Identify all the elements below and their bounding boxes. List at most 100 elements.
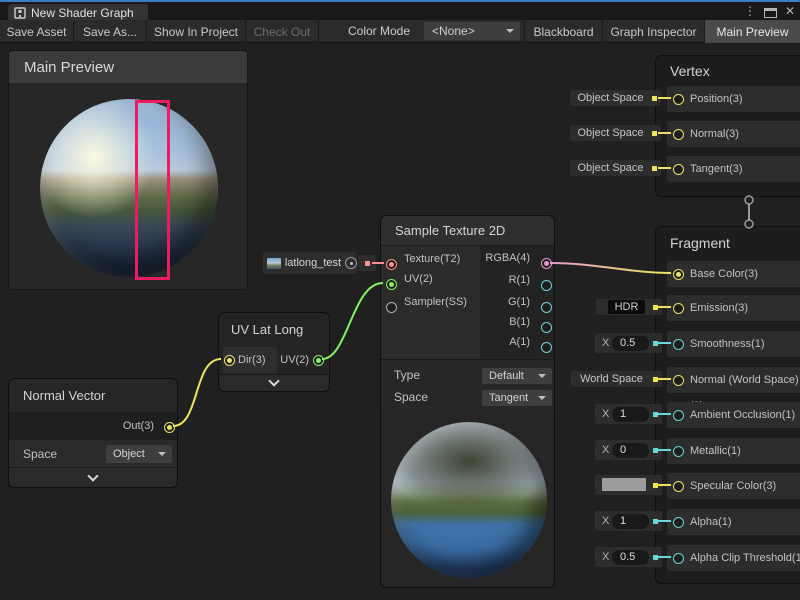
g-output-port[interactable] [541, 302, 552, 313]
port-label: Smoothness(1) [690, 331, 765, 357]
vertex-row-normal: Normal(3) [667, 121, 800, 147]
specular-input-port[interactable] [673, 481, 684, 492]
close-icon[interactable]: ✕ [782, 2, 798, 20]
vertex-node[interactable]: Vertex Position(3) Normal(3) Tangent(3) [655, 55, 800, 197]
normalws-input-port[interactable] [673, 375, 684, 386]
basecolor-input-port[interactable] [673, 269, 684, 280]
sample-texture-2d-node[interactable]: Sample Texture 2D Texture(T2) UV(2) Samp… [380, 215, 555, 588]
save-as-button[interactable]: Save As... [74, 20, 147, 43]
graph-inspector-button[interactable]: Graph Inspector [602, 20, 704, 43]
type-dropdown[interactable]: Default [482, 368, 552, 384]
selection-rectangle[interactable] [135, 100, 170, 280]
collapse-preview-button[interactable] [9, 467, 177, 487]
fragment-row-normalws: Normal (World Space)(3) [667, 367, 800, 393]
a-output-port[interactable] [541, 342, 552, 353]
shader-graph-icon [14, 7, 26, 19]
space-dropdown[interactable]: Tangent [482, 390, 552, 406]
alphaclip-value-field[interactable]: X 0.5 [595, 547, 662, 567]
port-label: Base Color(3) [690, 261, 758, 287]
uv-output-port[interactable] [313, 355, 324, 366]
tangent-input-port[interactable] [673, 164, 684, 175]
float-input[interactable]: 0 [612, 443, 649, 458]
normal-space-dropdown[interactable]: Object Space [570, 125, 661, 141]
metallic-input-port[interactable] [673, 446, 684, 457]
normal-input-port[interactable] [673, 129, 684, 140]
object-picker-icon[interactable] [345, 257, 357, 269]
dropdown-arrow-icon [538, 374, 546, 378]
fragment-node-title: Fragment [656, 227, 800, 259]
sampler-input-port[interactable] [386, 302, 397, 313]
collapse-preview-button[interactable] [219, 374, 329, 391]
rgba-output-port[interactable] [541, 258, 552, 269]
blackboard-button[interactable]: Blackboard [524, 20, 602, 43]
wire-rgba-to-basecolor[interactable] [550, 263, 671, 273]
vec1-indicator-icon [653, 412, 658, 417]
space-dropdown[interactable]: Object [106, 445, 172, 463]
space-row: Space Object [9, 440, 177, 468]
ao-input-port[interactable] [673, 410, 684, 421]
main-preview-button[interactable]: Main Preview [704, 20, 800, 43]
smoothness-value-field[interactable]: X 0.5 [595, 333, 662, 353]
metallic-value-field[interactable]: X 0 [595, 440, 662, 460]
position-space-dropdown[interactable]: Object Space [570, 90, 661, 106]
maximize-icon[interactable] [764, 8, 777, 18]
normalws-space-dropdown[interactable]: World Space [571, 371, 662, 387]
fragment-node[interactable]: Fragment Base Color(3) Emission(3) Smoot… [655, 226, 800, 584]
wire-uvout-to-uvin[interactable] [322, 283, 383, 359]
sample-texture-2d-title: Sample Texture 2D [381, 216, 554, 246]
sample-texture-preview-sphere [391, 422, 547, 578]
emission-input-port[interactable] [673, 303, 684, 314]
fragment-row-metallic: Metallic(1) [667, 438, 800, 464]
port-label: Metallic(1) [690, 438, 741, 464]
emission-hdr-field[interactable]: HDR [596, 299, 662, 315]
float-input[interactable]: 0.5 [612, 550, 649, 565]
color-mode-label: Color Mode [348, 20, 410, 43]
position-input-port[interactable] [673, 94, 684, 105]
normal-vector-node[interactable]: Normal Vector Out(3) Space Object [8, 378, 178, 488]
show-in-project-button[interactable]: Show In Project [147, 20, 246, 43]
main-preview-header[interactable]: Main Preview [9, 51, 247, 83]
b-output-port[interactable] [541, 322, 552, 333]
float-input[interactable]: 0.5 [612, 336, 649, 351]
main-preview-panel[interactable]: Main Preview [8, 50, 248, 290]
hdr-badge[interactable]: HDR [608, 300, 645, 314]
uv-lat-long-title: UV Lat Long [219, 313, 329, 345]
uv-lat-long-node[interactable]: UV Lat Long Dir(3) UV(2) [218, 312, 330, 392]
texture-input-port[interactable] [386, 259, 397, 270]
r-output-port[interactable] [541, 280, 552, 291]
float-input[interactable]: 1 [612, 514, 649, 529]
alpha-value-field[interactable]: X 1 [595, 511, 662, 531]
vec3-indicator-icon [653, 377, 658, 382]
space-value: Tangent [489, 392, 528, 404]
alpha-input-port[interactable] [673, 517, 684, 528]
fragment-row-smoothness: Smoothness(1) [667, 331, 800, 357]
color-swatch[interactable] [602, 478, 646, 491]
port-label: Normal(3) [690, 121, 739, 147]
uv-input-port[interactable] [386, 279, 397, 290]
port-label: Out(3) [123, 413, 154, 439]
port-label: Sampler(SS) [404, 294, 467, 310]
kebab-menu-icon[interactable]: ⋮ [742, 2, 758, 20]
alphaclip-input-port[interactable] [673, 553, 684, 564]
wire-out-to-dir[interactable] [173, 359, 221, 426]
type-value: Default [489, 370, 524, 382]
normal-vector-title: Normal Vector [9, 379, 177, 412]
dir-input-port[interactable] [224, 355, 235, 366]
node-preview-panel [381, 414, 554, 587]
port-label: Alpha Clip Threshold(1) [690, 545, 800, 571]
save-asset-button[interactable]: Save Asset [0, 20, 74, 43]
latlong-test-node[interactable]: latlong_test [263, 252, 357, 274]
smoothness-input-port[interactable] [673, 339, 684, 350]
out-output-port[interactable] [164, 422, 175, 433]
vec3-indicator-icon [653, 483, 658, 488]
specular-color-field[interactable] [595, 475, 662, 495]
ao-value-field[interactable]: X 1 [595, 404, 662, 424]
space-label: Space [23, 441, 57, 467]
vec3-indicator-icon [653, 305, 658, 310]
color-mode-dropdown[interactable]: <None> [424, 22, 520, 40]
port-label: Alpha(1) [690, 509, 732, 535]
float-input[interactable]: 1 [612, 407, 649, 422]
tangent-space-dropdown[interactable]: Object Space [570, 160, 661, 176]
main-preview-title: Main Preview [24, 59, 114, 76]
port-label: Ambient Occlusion(1) [690, 402, 795, 428]
